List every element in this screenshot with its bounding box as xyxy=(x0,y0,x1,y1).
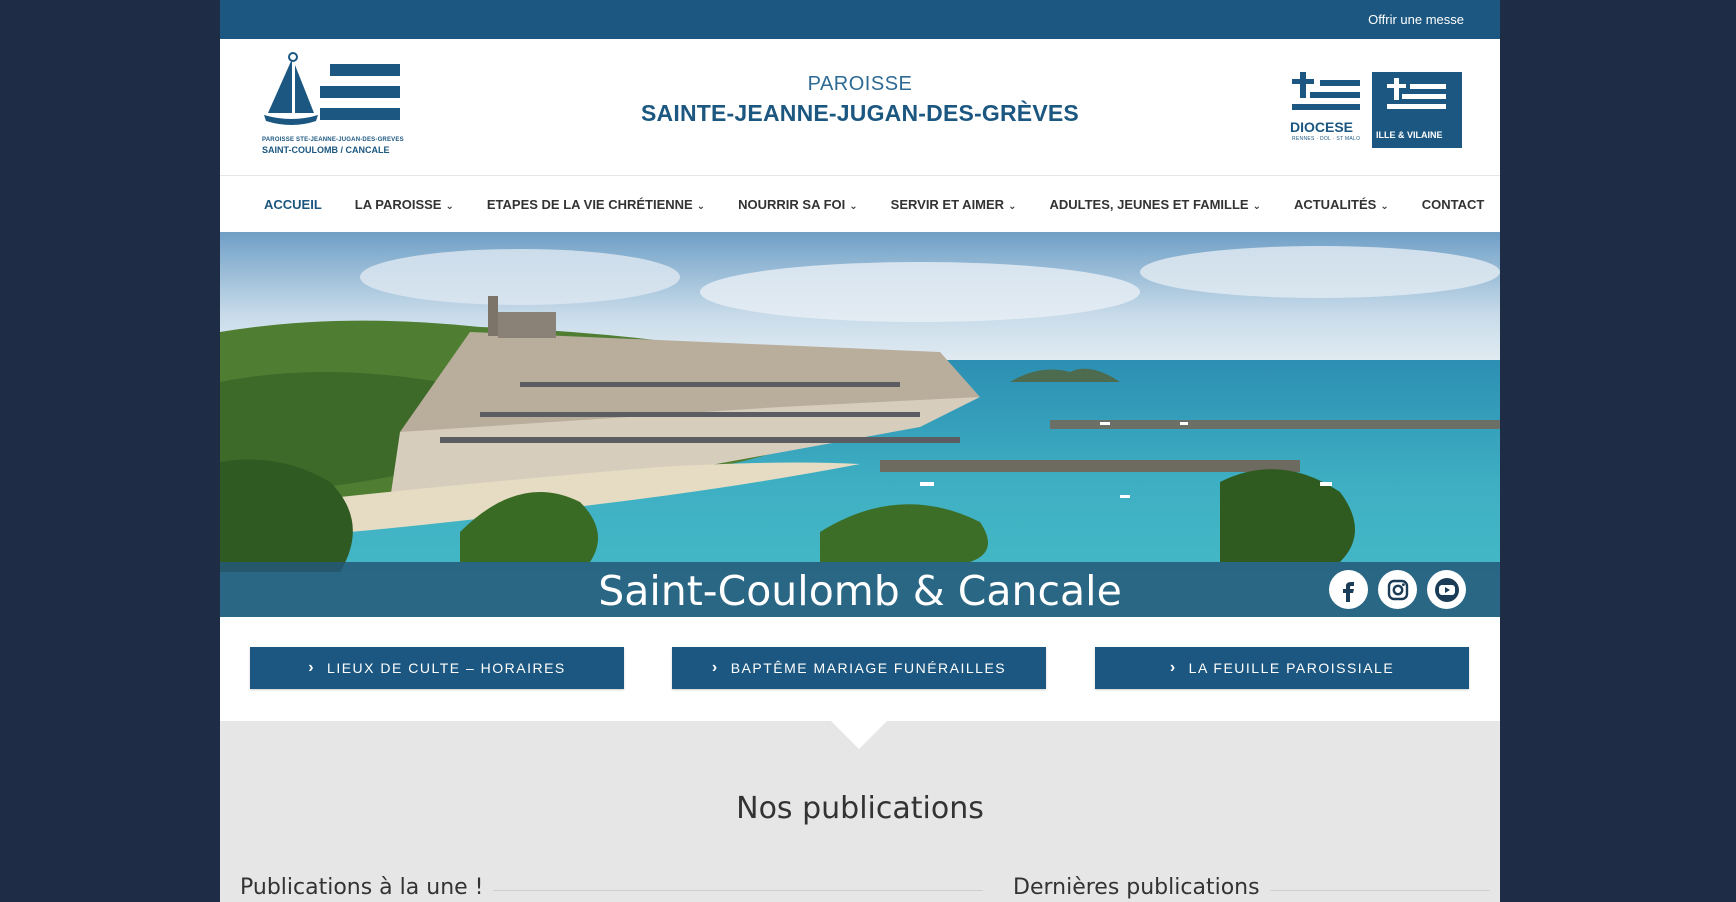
hero-banner: Saint-Coulomb & Cancale xyxy=(220,232,1500,617)
nav-item-label: ACCUEIL xyxy=(264,196,322,212)
chevron-down-icon: ⌄ xyxy=(849,200,858,212)
nav-item-label: ETAPES DE LA VIE CHRÉTIENNE xyxy=(486,196,693,212)
top-bar: Offrir une messe xyxy=(220,0,1500,39)
feuille-paroissiale-button[interactable]: › LA FEUILLE PAROISSIALE xyxy=(1095,647,1469,689)
cancale-landscape-image xyxy=(220,232,1500,617)
latest-publications-heading: Dernières publications xyxy=(1013,875,1490,900)
chevron-down-icon: ⌄ xyxy=(445,200,454,212)
nav-item-actualit-s[interactable]: ACTUALITÉS ⌄ xyxy=(1294,197,1389,212)
ille-vilaine-label: ILLE & VILAINE xyxy=(1376,130,1443,140)
instagram-icon[interactable] xyxy=(1378,570,1417,609)
nav-item-etapes-de-la-vie-chr-tienne[interactable]: ETAPES DE LA VIE CHRÉTIENNE ⌄ xyxy=(487,197,705,212)
nav-item-label: NOURRIR SA FOI xyxy=(738,196,846,212)
youtube-icon[interactable] xyxy=(1427,570,1466,609)
nav-item-contact[interactable]: CONTACT xyxy=(1422,197,1485,212)
divider xyxy=(1269,890,1490,891)
logo-line1: PAROISSE STE-JEANNE-JUGAN-DES-GREVES xyxy=(262,137,404,143)
chevron-down-icon: ⌄ xyxy=(1008,200,1017,212)
nav-item-servir-et-aimer[interactable]: SERVIR ET AIMER ⌄ xyxy=(891,197,1017,212)
nav-item-label: ACTUALITÉS xyxy=(1293,196,1377,212)
page: Offrir une messe PAROISSE STE-JEANNE-JUG… xyxy=(220,0,1500,902)
facebook-icon[interactable] xyxy=(1329,570,1368,609)
diocese-logo[interactable]: DIOCESE RENNES · DOL · ST MALO ILLE & VI… xyxy=(1290,72,1462,150)
ille-vilaine-badge: ILLE & VILAINE xyxy=(1372,72,1462,148)
nav-item-la-paroisse[interactable]: LA PAROISSE ⌄ xyxy=(355,197,454,212)
chevron-right-icon: › xyxy=(308,659,316,676)
nav-item-nourrir-sa-foi[interactable]: NOURRIR SA FOI ⌄ xyxy=(738,197,858,212)
lieux-de-culte-button[interactable]: › LIEUX DE CULTE – HORAIRES xyxy=(250,647,624,689)
chevron-down-icon: ⌄ xyxy=(1380,200,1389,212)
logo-line2: SAINT-COULOMB / CANCALE xyxy=(262,145,390,155)
nav-item-adultes-jeunes-et-famille[interactable]: ADULTES, JEUNES ET FAMILLE ⌄ xyxy=(1049,197,1261,212)
main-nav: ACCUEIL LA PAROISSE ⌄ ETAPES DE LA VIE CHRÉ… xyxy=(220,175,1500,232)
nav-item-label: CONTACT xyxy=(1421,196,1485,212)
hero-title: Saint-Coulomb & Cancale xyxy=(598,567,1122,615)
social-links xyxy=(1329,570,1466,609)
diocese-cross-icon xyxy=(1292,72,1360,110)
header: PAROISSE STE-JEANNE-JUGAN-DES-GREVES SAI… xyxy=(220,39,1500,175)
lieux-de-culte-label: LIEUX DE CULTE – HORAIRES xyxy=(327,660,566,676)
latest-publications-label: Dernières publications xyxy=(1013,875,1260,900)
nav-item-label: ADULTES, JEUNES ET FAMILLE xyxy=(1049,196,1249,212)
chevron-right-icon: › xyxy=(1169,659,1177,676)
section-notch xyxy=(831,721,887,749)
featured-publications-label: Publications à la une ! xyxy=(240,875,484,900)
nav-item-label: SERVIR ET AIMER xyxy=(890,196,1005,212)
chevron-down-icon: ⌄ xyxy=(696,200,706,212)
publications-section: Nos publications Publications à la une !… xyxy=(220,721,1500,902)
diocese-sub: RENNES · DOL · ST MALO xyxy=(1292,136,1361,142)
divider xyxy=(493,890,984,891)
publications-title: Nos publications xyxy=(736,791,984,826)
ille-vilaine-cross-icon xyxy=(1387,78,1446,109)
chevron-down-icon: ⌄ xyxy=(1252,200,1261,212)
nav-item-accueil[interactable]: ACCUEIL xyxy=(264,197,322,212)
diocese-label: DIOCESE xyxy=(1290,119,1354,135)
featured-publications-heading: Publications à la une ! xyxy=(240,875,984,900)
hero-caption-bar: Saint-Coulomb & Cancale xyxy=(220,562,1500,617)
feuille-paroissiale-label: LA FEUILLE PAROISSIALE xyxy=(1188,660,1395,676)
nav-item-label: LA PAROISSE xyxy=(354,196,442,212)
bapteme-mariage-label: BAPTÊME MARIAGE FUNÉRAILLES xyxy=(730,660,1007,676)
bapteme-mariage-button[interactable]: › BAPTÊME MARIAGE FUNÉRAILLES xyxy=(672,647,1046,689)
quick-links: › LIEUX DE CULTE – HORAIRES › BAPTÊME MA… xyxy=(220,617,1500,721)
offrir-messe-link[interactable]: Offrir une messe xyxy=(1368,12,1464,27)
chevron-right-icon: › xyxy=(711,659,719,676)
